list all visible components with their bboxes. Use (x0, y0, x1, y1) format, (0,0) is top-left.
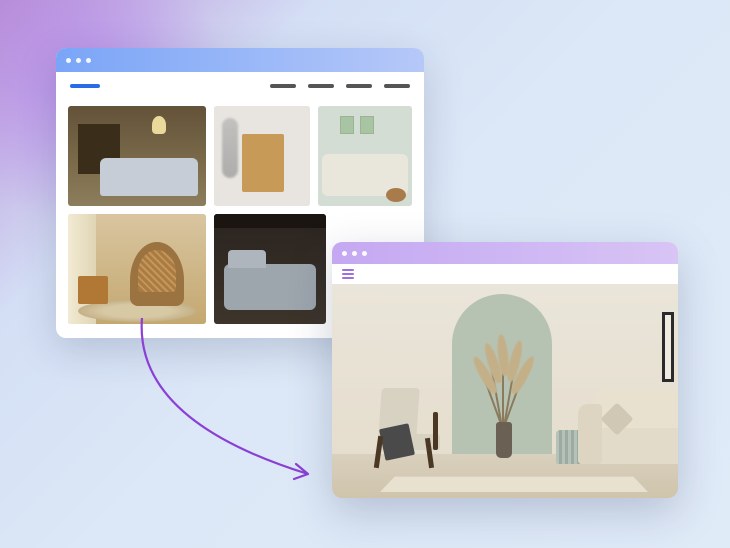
gallery-thumb-sofa-shelves[interactable] (68, 106, 206, 206)
nav-item[interactable] (270, 84, 296, 88)
transform-arrow-icon (112, 310, 352, 510)
window-control-dot[interactable] (76, 58, 81, 63)
rug (380, 477, 648, 492)
window-control-dot[interactable] (86, 58, 91, 63)
toolbar (332, 264, 678, 284)
sofa (578, 382, 678, 472)
hero-image (332, 284, 678, 498)
nav-item[interactable] (384, 84, 410, 88)
gallery-thumb-green-living[interactable] (318, 106, 412, 206)
menu-icon[interactable] (342, 269, 354, 279)
gallery-thumb-wood-cabinet[interactable] (214, 106, 310, 206)
window-control-dot[interactable] (352, 251, 357, 256)
window-control-dot[interactable] (66, 58, 71, 63)
titlebar (332, 242, 678, 264)
nav-item[interactable] (308, 84, 334, 88)
nav-menu (270, 84, 410, 88)
brand-logo[interactable] (70, 84, 100, 88)
toolbar (56, 72, 424, 100)
gallery-thumb-rattan-chair[interactable] (68, 214, 206, 324)
browser-window-result (332, 242, 678, 498)
pampas-vase (474, 348, 534, 458)
armchair (372, 382, 446, 468)
window-control-dot[interactable] (362, 251, 367, 256)
titlebar (56, 48, 424, 72)
picture-frame (662, 312, 674, 382)
nav-item[interactable] (346, 84, 372, 88)
gallery-thumb-dark-sectional[interactable] (214, 214, 326, 324)
window-control-dot[interactable] (342, 251, 347, 256)
